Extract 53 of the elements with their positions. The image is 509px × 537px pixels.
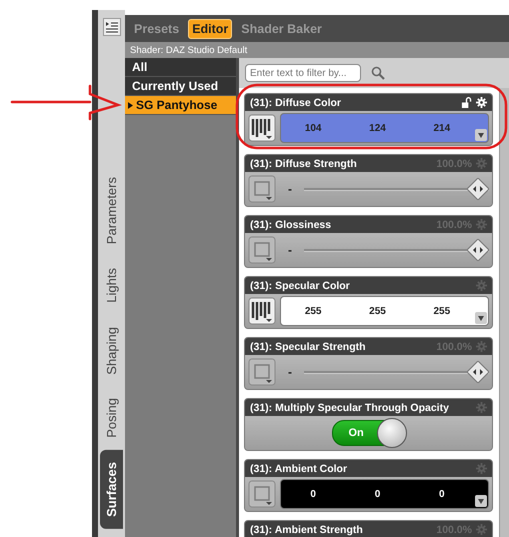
- lock-icon[interactable]: [461, 97, 472, 108]
- side-tab[interactable]: Surfaces: [100, 450, 123, 529]
- dropdown-icon[interactable]: [475, 495, 487, 507]
- map-button[interactable]: [248, 480, 276, 508]
- property-title: (31): Specular Strength: [250, 340, 367, 352]
- slider-thumb[interactable]: [467, 178, 489, 200]
- color-value: 255: [304, 306, 322, 316]
- slider-thumb[interactable]: [467, 239, 489, 261]
- scrollbar[interactable]: [499, 88, 509, 537]
- color-value: 255: [369, 306, 386, 316]
- dropdown-icon[interactable]: [475, 129, 487, 141]
- settings-icon[interactable]: [476, 97, 487, 108]
- property-title: (31): Specular Color: [250, 280, 351, 292]
- dropdown-icon[interactable]: [475, 312, 487, 324]
- side-tab[interactable]: Shaping: [100, 314, 123, 386]
- property-title: (31): Ambient Strength: [250, 524, 364, 536]
- color-value: 124: [369, 122, 386, 134]
- texture-map-button[interactable]: [248, 114, 276, 142]
- map-button[interactable]: [248, 175, 276, 203]
- side-tab[interactable]: Lights: [100, 256, 123, 315]
- color-field[interactable]: 104 124 214: [280, 113, 489, 143]
- texture-map-button[interactable]: [248, 297, 276, 325]
- color-field[interactable]: 0 0 0: [280, 479, 489, 509]
- color-value: 0: [439, 488, 445, 500]
- search-icon[interactable]: [371, 66, 385, 80]
- map-button[interactable]: [248, 358, 276, 386]
- color-value: 214: [433, 122, 450, 134]
- filter-field[interactable]: Enter text to filter by...: [245, 64, 361, 82]
- shader-label: Shader: DAZ Studio Default: [125, 42, 509, 58]
- slider-value: -: [287, 182, 293, 196]
- surface-group-item[interactable]: Currently Used: [125, 77, 236, 96]
- color-value: 255: [433, 306, 450, 316]
- property-title: (31): Ambient Color: [250, 462, 348, 474]
- color-value: 104: [304, 122, 322, 134]
- side-tab[interactable]: Parameters: [100, 164, 123, 256]
- color-value: 0: [374, 488, 380, 500]
- property-title: (31): Glossiness: [250, 218, 332, 230]
- tab[interactable]: Editor: [188, 18, 232, 38]
- color-value: 0: [310, 488, 316, 500]
- side-tab[interactable]: Posing: [100, 386, 123, 450]
- property-title: (31): Diffuse Color: [250, 96, 342, 108]
- toggle-switch[interactable]: On: [332, 420, 406, 446]
- color-field[interactable]: 255 255 255: [280, 296, 489, 326]
- selected-arrow-icon: [128, 102, 133, 108]
- surface-group-item[interactable]: All: [125, 58, 236, 77]
- slider-value: -: [287, 243, 293, 257]
- map-button[interactable]: [248, 236, 276, 264]
- surface-group-item[interactable]: SG Pantyhose: [125, 96, 236, 115]
- property-title: (31): Multiply Specular Through Opacity: [250, 402, 450, 414]
- slider-value: -: [287, 365, 293, 379]
- panel-menu-icon[interactable]: [102, 18, 120, 36]
- property-title: (31): Diffuse Strength: [250, 158, 358, 170]
- slider-thumb[interactable]: [467, 361, 489, 383]
